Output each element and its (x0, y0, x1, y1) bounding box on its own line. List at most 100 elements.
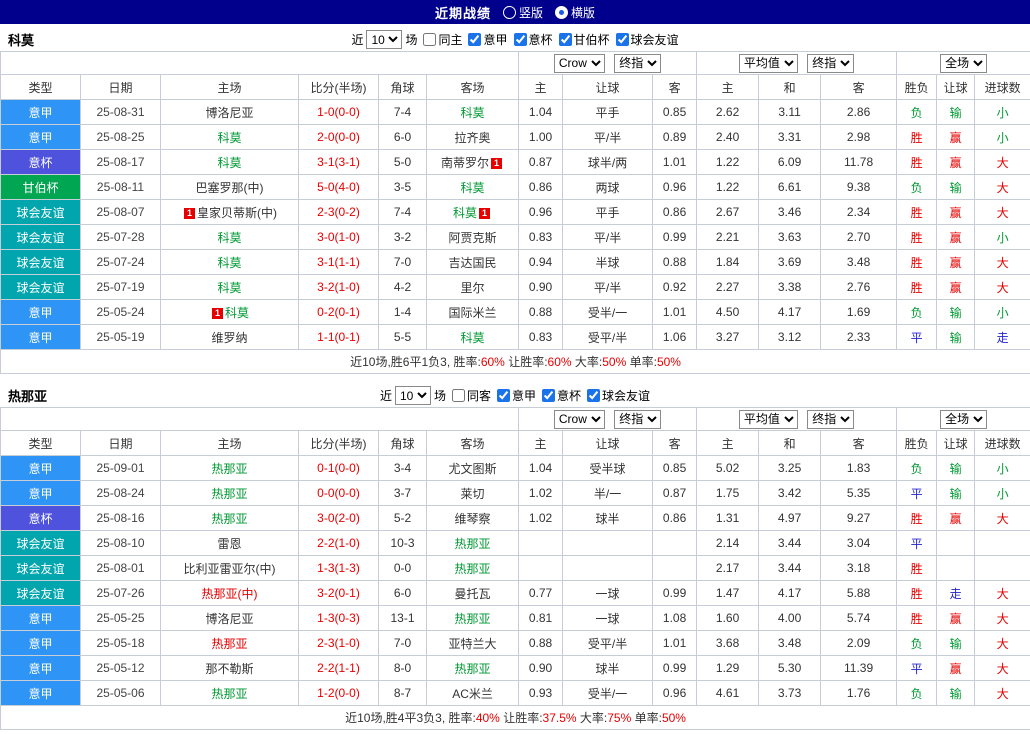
result-handicap: 输 (936, 480, 976, 506)
filter-checkbox[interactable] (558, 32, 572, 46)
summary-segment: 75% (607, 711, 632, 725)
asian-handicap-line: 半/一 (562, 480, 654, 506)
scope-select[interactable]: 全场 (940, 409, 988, 429)
column-header: 客 (652, 74, 698, 100)
radio-icon[interactable] (502, 5, 516, 19)
europe-average-select[interactable]: 平均值 (738, 409, 798, 429)
filter-checkbox[interactable] (423, 32, 437, 46)
away-team: 科莫 (425, 324, 520, 350)
asian-away-odds: 1.01 (652, 630, 698, 656)
result-outcome: 胜 (896, 124, 938, 150)
match-row: 球会友谊 25-07-28 科莫 3-0(1-0) 3-2 阿贾克斯 0.83 平/半 0.99… (0, 224, 1030, 250)
result-goals: 大 (974, 630, 1030, 656)
europe-home-odds: 3.68 (696, 630, 760, 656)
home-team: 科莫 (160, 124, 299, 150)
filter-option[interactable]: 甘伯杯 (558, 31, 610, 48)
summary-segment: 大率: (576, 711, 608, 725)
away-team: 亚特兰大 (425, 630, 520, 656)
filter-checkbox[interactable] (542, 388, 556, 402)
team-label: 比利亚雷亚尔(中) (183, 561, 276, 576)
asian-home-odds: 0.88 (518, 299, 564, 325)
games-label: 场 (433, 389, 446, 403)
filterbar: 科莫 近 10 场 同主 意甲 意杯 甘伯杯 球会友谊 (0, 28, 1030, 51)
filter-checkbox[interactable] (615, 32, 629, 46)
summary-segment: 40% (475, 711, 500, 725)
away-team: 拉齐奥 (425, 124, 520, 150)
filter-option[interactable]: 意杯 (513, 31, 553, 48)
europe-stage-select[interactable]: 终指 (807, 409, 855, 429)
recent-count-select[interactable]: 10 (394, 386, 431, 405)
away-team: 尤文图斯 (425, 455, 520, 481)
away-team: 南蒂罗尔 1 (425, 149, 520, 175)
away-team: 热那亚 (425, 530, 520, 556)
layout-option-horizontal[interactable]: 横版 (555, 4, 595, 21)
filter-checkbox[interactable] (468, 32, 482, 46)
filter-checkbox[interactable] (587, 388, 601, 402)
league-badge: 甘伯杯 (0, 174, 81, 200)
europe-draw-odds: 3.44 (758, 555, 822, 581)
team-label: 巴塞罗那(中) (195, 180, 264, 195)
team-name: 科莫 (8, 33, 35, 48)
corners: 13-1 (378, 605, 427, 631)
filter-option[interactable]: 意杯 (542, 387, 581, 404)
match-date: 25-08-16 (80, 505, 161, 531)
result-handicap: 赢 (936, 605, 976, 631)
odds-config-row: Crow 终指 平均值 终指 全场 (0, 407, 1030, 431)
team-label: 国际米兰 (448, 305, 497, 320)
europe-away-odds: 1.69 (820, 299, 898, 325)
filter-option[interactable]: 意甲 (497, 387, 536, 404)
corners: 4-2 (378, 274, 427, 300)
corners: 3-2 (378, 224, 427, 250)
europe-away-odds: 11.39 (820, 655, 898, 681)
team-results-section-como: 科莫 近 10 场 同主意甲意杯甘伯杯球会友谊 Crow 终指 平均值 (0, 28, 1030, 374)
column-header: 进球数 (974, 430, 1030, 456)
result-handicap: 赢 (936, 249, 976, 275)
asian-stage-select[interactable]: 终指 (614, 53, 662, 73)
europe-stage-select[interactable]: 终指 (807, 53, 855, 73)
asian-stage-select[interactable]: 终指 (614, 409, 662, 429)
scope-select[interactable]: 全场 (940, 53, 988, 73)
summary-row: 近10场,胜4平3负3, 胜率:40% 让胜率:37.5% 大率:75% 单率:… (0, 705, 1030, 730)
europe-draw-odds: 4.00 (758, 605, 822, 631)
europe-draw-odds: 5.30 (758, 655, 822, 681)
europe-home-odds: 1.75 (696, 480, 760, 506)
radio-icon[interactable] (555, 5, 568, 19)
match-row: 球会友谊 25-08-10 雷恩 2-2(1-0) 10-3 热那亚 2.14 3.44 3.0… (0, 530, 1030, 556)
result-outcome: 平 (896, 324, 938, 350)
match-date: 25-08-31 (80, 99, 161, 125)
home-team: 科莫 (160, 149, 299, 175)
bookmaker-select[interactable]: Crow (553, 53, 605, 73)
corners: 7-4 (378, 99, 427, 125)
score: 2-3(1-0) (298, 630, 379, 656)
column-header: 日期 (80, 430, 161, 456)
filter-option[interactable]: 同客 (451, 387, 491, 404)
result-outcome: 胜 (896, 505, 938, 531)
column-header: 客场 (425, 430, 520, 456)
bookmaker-select[interactable]: Crow (553, 409, 605, 429)
asian-home-odds: 0.83 (518, 224, 564, 250)
column-header: 客 (652, 430, 698, 456)
red-card-badge: 1 (211, 307, 223, 319)
asian-away-odds: 0.85 (652, 99, 698, 125)
match-date: 25-07-26 (80, 580, 161, 606)
team-label: 那不勒斯 (205, 661, 254, 676)
layout-option-vertical[interactable]: 竖版 (502, 4, 543, 21)
filter-option[interactable]: 意甲 (468, 31, 508, 48)
home-team: 博洛尼亚 (160, 605, 299, 631)
red-card-badge: 1 (184, 207, 195, 219)
europe-average-select[interactable]: 平均值 (738, 53, 798, 73)
filter-controls: 近 10 场 同客 意甲 意杯 球会友谊 (380, 386, 650, 405)
score: 1-3(0-3) (298, 605, 379, 631)
filter-option[interactable]: 球会友谊 (587, 387, 650, 404)
europe-home-odds: 1.22 (696, 174, 760, 200)
filter-checkbox[interactable] (451, 388, 465, 402)
filter-option[interactable]: 同主 (423, 31, 462, 48)
europe-home-odds: 2.14 (696, 530, 760, 556)
filter-checkbox[interactable] (513, 32, 527, 46)
europe-away-odds: 3.48 (820, 249, 898, 275)
recent-count-select[interactable]: 10 (366, 30, 403, 49)
filter-option[interactable]: 球会友谊 (615, 31, 679, 48)
summary-segment: 让胜率: (504, 355, 548, 369)
filter-checkbox[interactable] (497, 388, 510, 402)
away-team: 热那亚 (425, 555, 520, 581)
